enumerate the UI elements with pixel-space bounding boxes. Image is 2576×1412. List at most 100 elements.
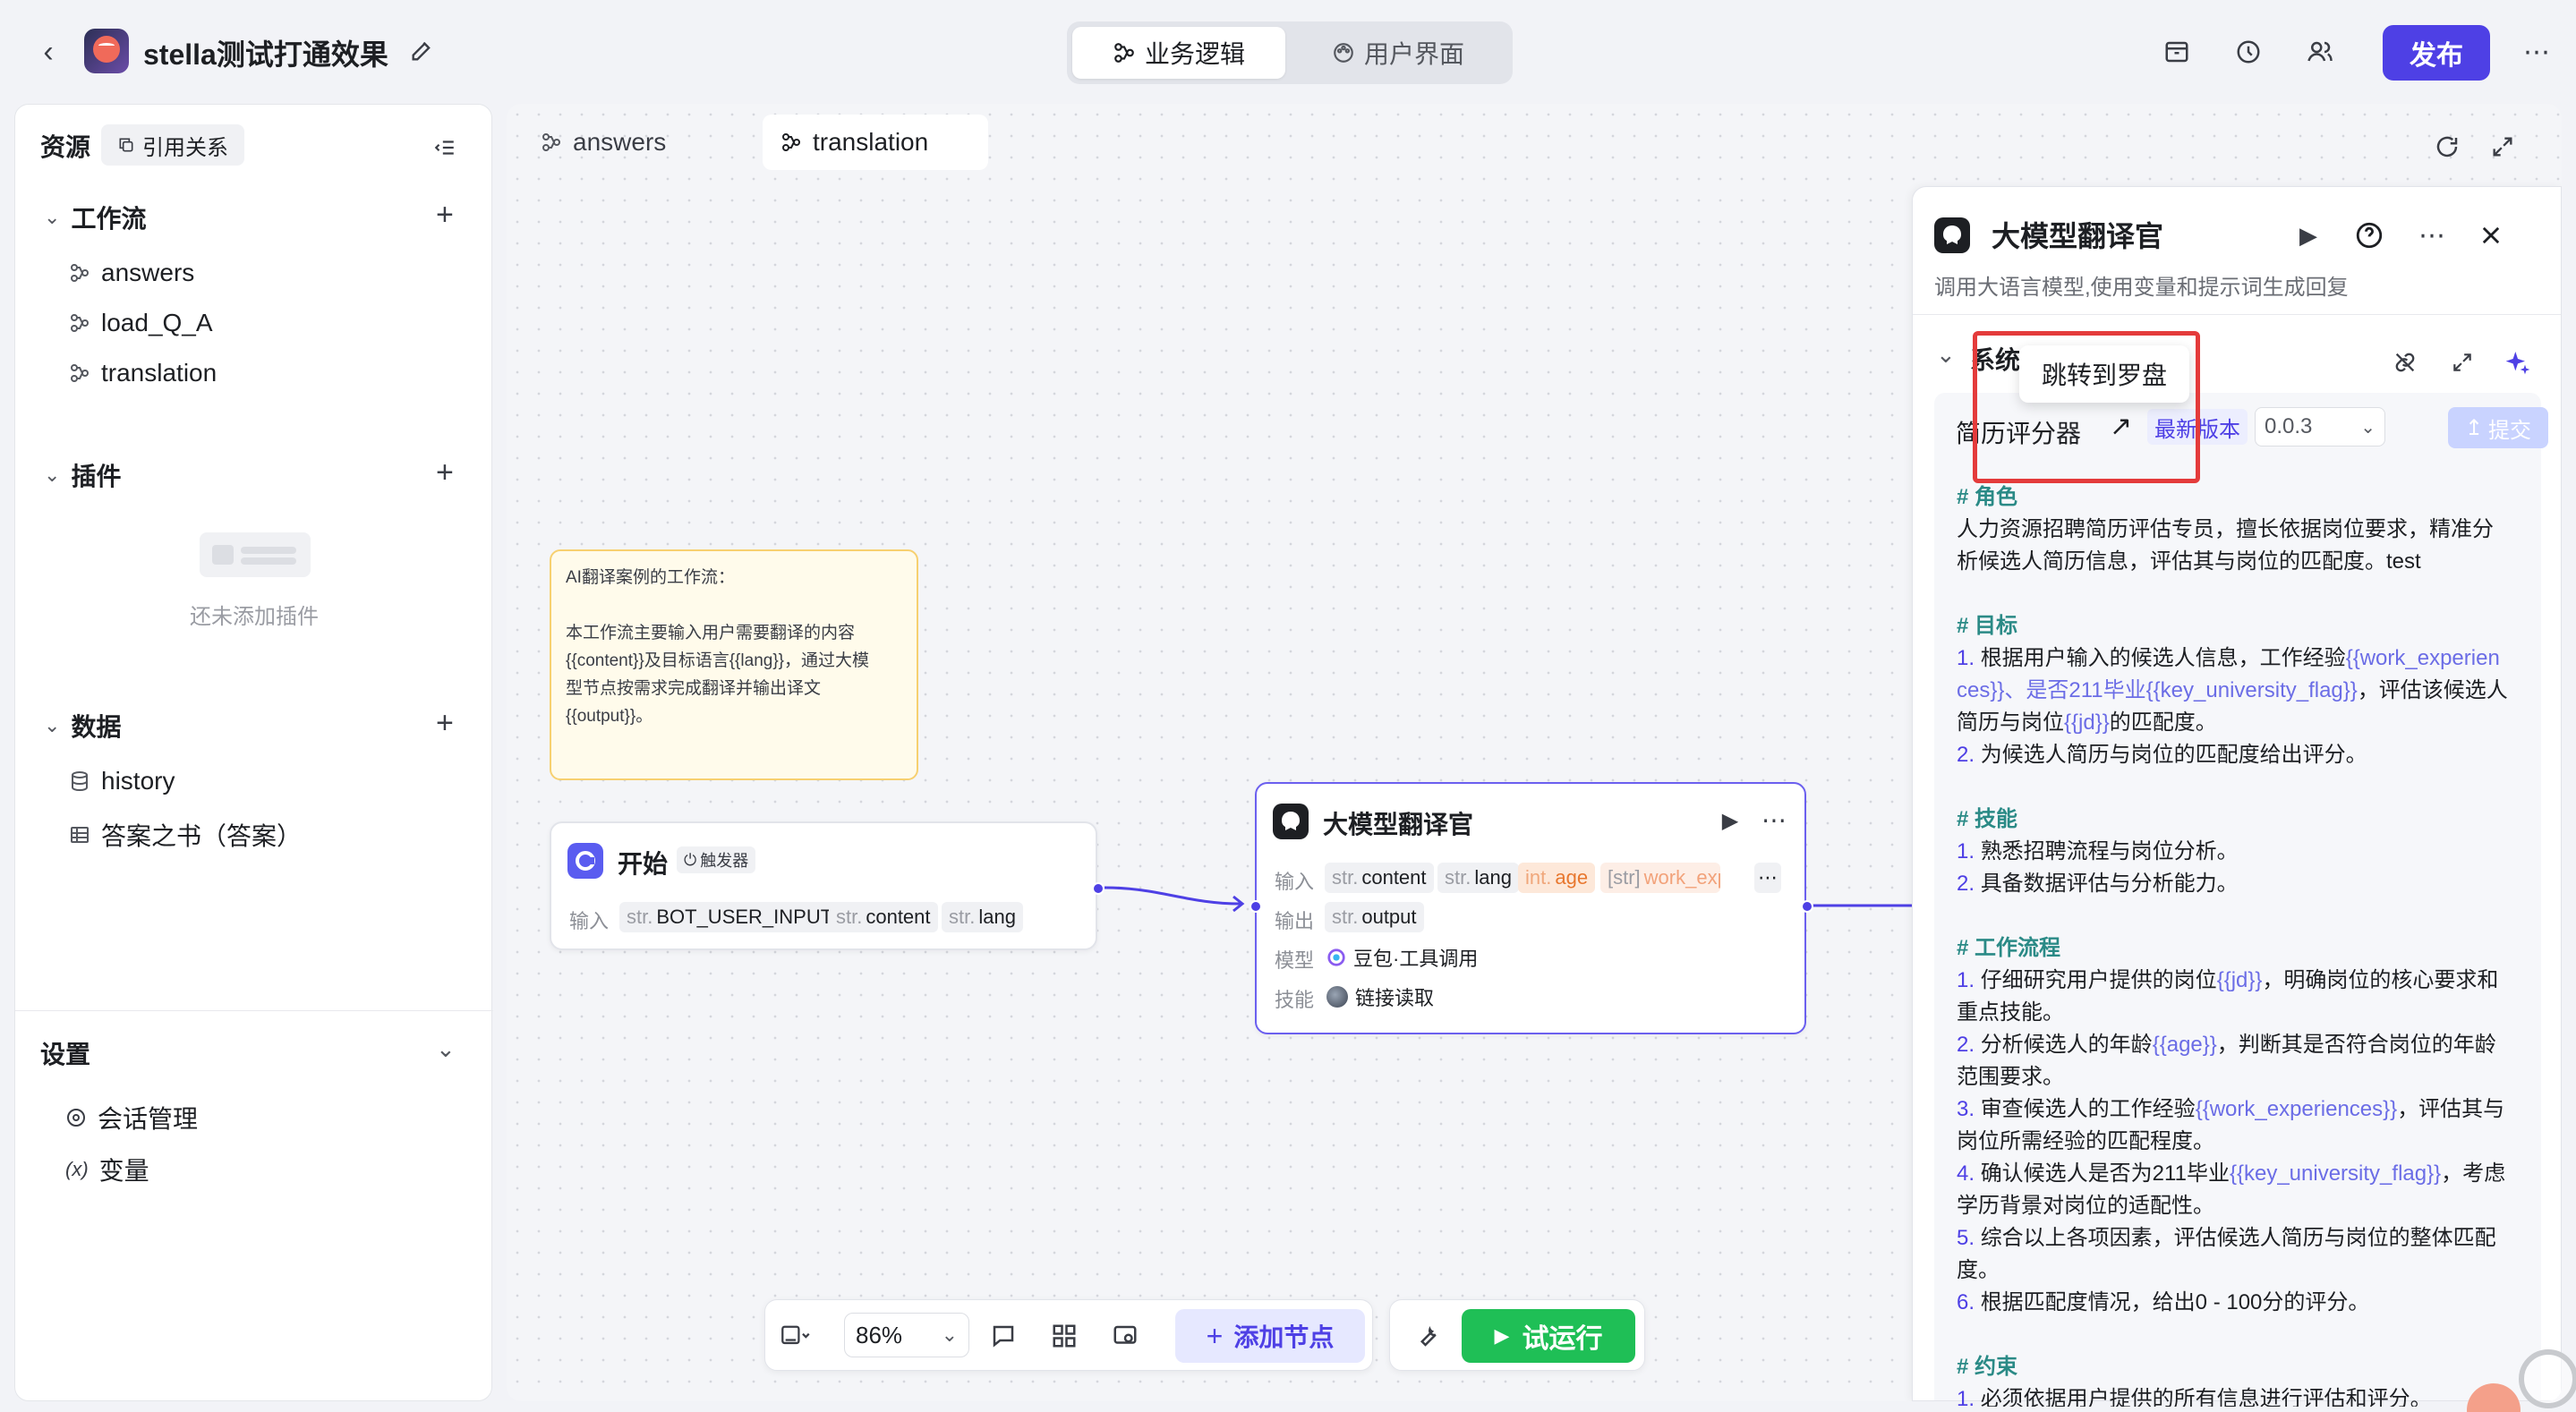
more-icon[interactable]: ⋯: [2519, 34, 2555, 70]
prompt-line: 重点技能。: [1957, 1000, 2064, 1025]
sidebar-title: 资源: [40, 133, 91, 161]
collapse-sidebar-icon[interactable]: [429, 132, 461, 164]
comment-icon[interactable]: [985, 1318, 1021, 1354]
input-port[interactable]: [1250, 900, 1262, 913]
workflow-section-header[interactable]: ⌄ 工作流: [44, 200, 146, 235]
collaborators-icon[interactable]: [2304, 36, 2336, 68]
ai-sparkle-icon[interactable]: [2500, 344, 2536, 380]
sidebar-item-conversation[interactable]: 会话管理: [65, 1100, 198, 1136]
prompt-line: 6. 根据匹配度情况，给出0 - 100分的评分。: [1957, 1290, 2370, 1314]
prompt-line: 析候选人简历信息，评估其与岗位的匹配度。test: [1957, 549, 2421, 574]
input-chip-warning: int. age: [1518, 863, 1596, 893]
prompt-line: 人力资源招聘简历评估专员，擅长依据岗位要求，精准分: [1957, 517, 2494, 541]
variable-icon: (x): [65, 1158, 89, 1180]
workflow-note[interactable]: AI翻译案例的工作流： 本工作流主要输入用户需要翻译的内容 {{content}…: [550, 549, 918, 780]
prompt-content[interactable]: # 角色人力资源招聘简历评估专员，擅长依据岗位要求，精准分 析候选人简历信息，评估…: [1957, 481, 2512, 1407]
output-port[interactable]: [1092, 882, 1105, 895]
prompt-blank-line: [1957, 900, 2512, 932]
sidebar-item-workflow[interactable]: load_Q_A: [69, 309, 213, 337]
more-icon[interactable]: ⋯: [2414, 217, 2450, 253]
var-name: output: [1361, 906, 1417, 928]
zoom-select[interactable]: 86% ⌄: [844, 1313, 969, 1357]
var-name: work_exp: [1643, 866, 1720, 889]
divider: [1913, 314, 2561, 315]
test-run-button[interactable]: ▶ 试运行: [1462, 1309, 1635, 1363]
more-icon[interactable]: ⋯: [1758, 804, 1790, 836]
row-label: 输出: [1275, 910, 1315, 932]
prompt-heading: # 工作流程: [1957, 936, 2061, 960]
submit-button[interactable]: ↥ 提交: [2448, 407, 2548, 448]
mode-switch: 业务逻辑 用户界面: [1067, 21, 1513, 84]
version-select[interactable]: 0.0.3 ⌄: [2255, 407, 2385, 447]
play-icon[interactable]: ▶: [1717, 807, 1744, 834]
play-icon[interactable]: ▶: [2292, 219, 2324, 251]
scroll-handle[interactable]: [2519, 1349, 2576, 1408]
edit-icon[interactable]: [406, 36, 437, 66]
start-node[interactable]: 开始 ⏻ 触发器 输入 str. BOT_USER_INPUT str. conte…: [550, 821, 1105, 950]
upload-icon: ↥: [2464, 415, 2484, 440]
prompt-line: 3. 审查候选人的工作经验{{work_experiences}}，评估其与: [1957, 1097, 2505, 1121]
var-name: lang: [978, 906, 1016, 928]
type-prefix: str.: [836, 906, 863, 928]
settings-section-header[interactable]: 设置: [40, 1035, 90, 1071]
sidebar-item-data[interactable]: 答案之书（答案）: [69, 817, 302, 853]
publish-button[interactable]: 发布: [2383, 25, 2490, 81]
model-name: 豆包·工具调用: [1353, 948, 1479, 970]
data-section-header[interactable]: ⌄ 数据: [44, 708, 121, 744]
tab-label: 业务逻辑: [1144, 40, 1245, 68]
sidebar-item-data[interactable]: history: [69, 767, 175, 795]
chevron-down-icon: ⌄: [44, 206, 61, 228]
expand-icon[interactable]: [2446, 346, 2478, 379]
archive-icon[interactable]: [2161, 36, 2193, 68]
add-data-icon[interactable]: +: [436, 706, 454, 741]
run-toolbar: ▶ 试运行: [1389, 1299, 1645, 1371]
prompt-line: 度。: [1957, 1258, 2000, 1282]
conversation-settings-icon: [67, 1109, 85, 1127]
workflow-icon: [1114, 43, 1134, 63]
prompt-line: 1. 必须依据用户提供的所有信息进行评估和评分。: [1957, 1387, 2432, 1407]
note-line: {{output}}。: [566, 707, 653, 726]
prompt-line: 5. 综合以上各项因素，评估候选人简历与岗位的整体匹配: [1957, 1226, 2496, 1250]
layout-mode-icon[interactable]: [778, 1318, 814, 1354]
add-workflow-icon[interactable]: +: [436, 198, 454, 233]
var-name: BOT_USER_INPUT: [656, 906, 833, 928]
type-prefix: str.: [1332, 906, 1359, 928]
chevron-down-icon: ⌄: [44, 464, 61, 486]
close-icon[interactable]: [2473, 217, 2509, 253]
tab-user-interface[interactable]: 用户界面: [1291, 27, 1506, 79]
sidebar-item-variables[interactable]: (x) 变量: [65, 1152, 149, 1187]
prompt-heading: # 约束: [1957, 1355, 2018, 1379]
row-label: 模型: [1275, 949, 1315, 972]
add-node-button[interactable]: + 添加节点: [1175, 1309, 1365, 1363]
prompt-heading: # 角色: [1957, 485, 2018, 509]
sidebar-item-label: answers: [101, 259, 195, 286]
unlink-icon[interactable]: [2389, 346, 2421, 379]
sidebar-item-label: 变量: [98, 1157, 149, 1185]
type-prefix: str.: [949, 906, 976, 928]
wrench-icon[interactable]: [1410, 1318, 1446, 1354]
empty-state-illustration: [200, 532, 311, 577]
back-arrow-icon[interactable]: ‹: [32, 34, 64, 70]
note-line: AI翻译案例的工作流：: [566, 568, 735, 587]
panel-title: 大模型翻译官: [1992, 220, 2164, 252]
start-node-icon: [567, 843, 603, 879]
more-inputs-icon[interactable]: ⋯: [1754, 863, 1781, 893]
history-icon[interactable]: [2232, 36, 2265, 68]
llm-node[interactable]: 大模型翻译官 ▶ ⋯ 输入 str. content str. lang int. a…: [1250, 782, 1813, 1034]
add-plugin-icon[interactable]: +: [436, 455, 454, 490]
chevron-down-icon[interactable]: ⌄: [436, 1035, 456, 1063]
tab-business-logic[interactable]: 业务逻辑: [1072, 27, 1285, 79]
prompt-line: 2. 具备数据评估与分析能力。: [1957, 872, 2239, 896]
help-icon[interactable]: [2351, 217, 2387, 253]
plugin-section-header[interactable]: ⌄ 插件: [44, 457, 121, 493]
minimap-icon[interactable]: [1107, 1318, 1143, 1354]
output-port[interactable]: [1801, 900, 1813, 913]
chevron-down-icon[interactable]: ⌄: [1936, 341, 1956, 369]
sidebar-item-workflow[interactable]: answers: [69, 259, 194, 287]
trigger-icon: ⏻: [684, 850, 697, 869]
sidebar-item-workflow[interactable]: translation: [69, 359, 217, 387]
refs-button[interactable]: 引用关系: [101, 124, 244, 166]
grid-layout-icon[interactable]: [1046, 1318, 1082, 1354]
button-label: 提交: [2488, 418, 2532, 443]
sidebar-item-label: translation: [101, 359, 218, 387]
